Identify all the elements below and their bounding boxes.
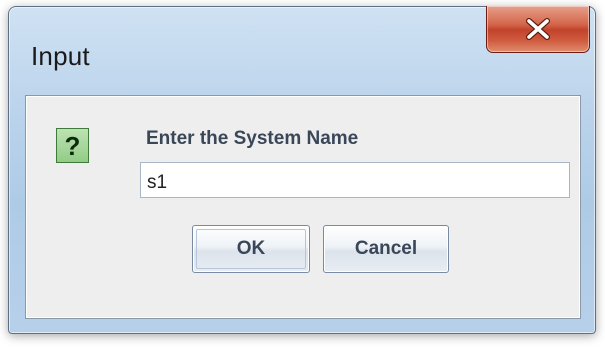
dialog-content: ? Enter the System Name OK Cancel (25, 95, 581, 319)
close-icon (525, 18, 551, 40)
question-mark: ? (64, 131, 81, 161)
prompt-label: Enter the System Name (146, 128, 359, 149)
close-button[interactable] (486, 6, 590, 53)
window-title: Input (31, 41, 90, 71)
title-bar[interactable]: Input (9, 6, 595, 81)
cancel-button[interactable]: Cancel (323, 225, 449, 273)
system-name-input[interactable] (140, 162, 570, 198)
input-dialog-window: Input ? Enter the System Name OK Cancel (8, 6, 596, 334)
question-icon: ? (56, 128, 89, 163)
ok-button[interactable]: OK (192, 225, 310, 273)
screen: Input ? Enter the System Name OK Cancel (0, 0, 605, 351)
